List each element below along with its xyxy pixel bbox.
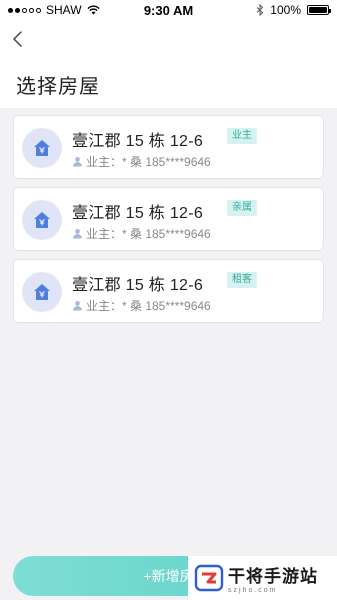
user-icon bbox=[73, 157, 82, 167]
house-card[interactable]: 壹江郡 15 栋 12-6 亲属 业主：* 桑 185****9646 bbox=[13, 187, 324, 251]
status-left: SHAW bbox=[8, 3, 100, 17]
carrier-name: SHAW bbox=[46, 3, 82, 17]
house-title: 壹江郡 15 栋 12-6 bbox=[72, 277, 204, 294]
owner-text: 业主：* 桑 185****9646 bbox=[86, 155, 211, 169]
house-avatar bbox=[22, 200, 62, 240]
bluetooth-icon bbox=[256, 4, 264, 16]
owner-info: 业主：* 桑 185****9646 bbox=[72, 153, 211, 170]
house-avatar bbox=[22, 128, 62, 168]
house-list: 壹江郡 15 栋 12-6 业主 业主：* 桑 185****9646 壹江郡 … bbox=[13, 115, 324, 331]
house-card[interactable]: 壹江郡 15 栋 12-6 业主 业主：* 桑 185****9646 bbox=[13, 115, 324, 179]
house-icon bbox=[34, 212, 50, 228]
house-title: 壹江郡 15 栋 12-6 bbox=[72, 133, 204, 150]
page-header: 选择房屋 bbox=[0, 20, 337, 108]
watermark-logo-icon bbox=[194, 564, 224, 592]
role-badge: 亲属 bbox=[227, 200, 257, 216]
house-card[interactable]: 壹江郡 15 栋 12-6 租客 业主：* 桑 185****9646 bbox=[13, 259, 324, 323]
wifi-icon bbox=[86, 5, 100, 15]
back-arrow-icon[interactable] bbox=[10, 30, 28, 48]
battery-percent: 100% bbox=[270, 3, 301, 17]
owner-info: 业主：* 桑 185****9646 bbox=[72, 225, 211, 242]
role-badge: 租客 bbox=[227, 272, 257, 288]
page-title: 选择房屋 bbox=[16, 76, 100, 98]
house-avatar bbox=[22, 272, 62, 312]
owner-text: 业主：* 桑 185****9646 bbox=[86, 227, 211, 241]
site-watermark: 干将手游站 szjho.com bbox=[188, 556, 337, 600]
owner-info: 业主：* 桑 185****9646 bbox=[72, 297, 211, 314]
status-right: 100% bbox=[256, 3, 331, 17]
house-icon bbox=[34, 284, 50, 300]
watermark-text: 干将手游站 szjho.com bbox=[228, 562, 318, 594]
role-badge: 业主 bbox=[227, 128, 257, 144]
user-icon bbox=[73, 301, 82, 311]
watermark-subtitle: szjho.com bbox=[228, 587, 278, 594]
owner-text: 业主：* 桑 185****9646 bbox=[86, 299, 211, 313]
add-house-label: +新增房 bbox=[143, 568, 194, 584]
house-icon bbox=[34, 140, 50, 156]
battery-icon bbox=[307, 5, 331, 15]
user-icon bbox=[73, 229, 82, 239]
signal-dots-icon bbox=[8, 7, 41, 13]
house-title: 壹江郡 15 栋 12-6 bbox=[72, 205, 204, 222]
watermark-title: 干将手游站 bbox=[228, 567, 318, 586]
status-bar: SHAW 9:30 AM 100% bbox=[0, 0, 337, 20]
